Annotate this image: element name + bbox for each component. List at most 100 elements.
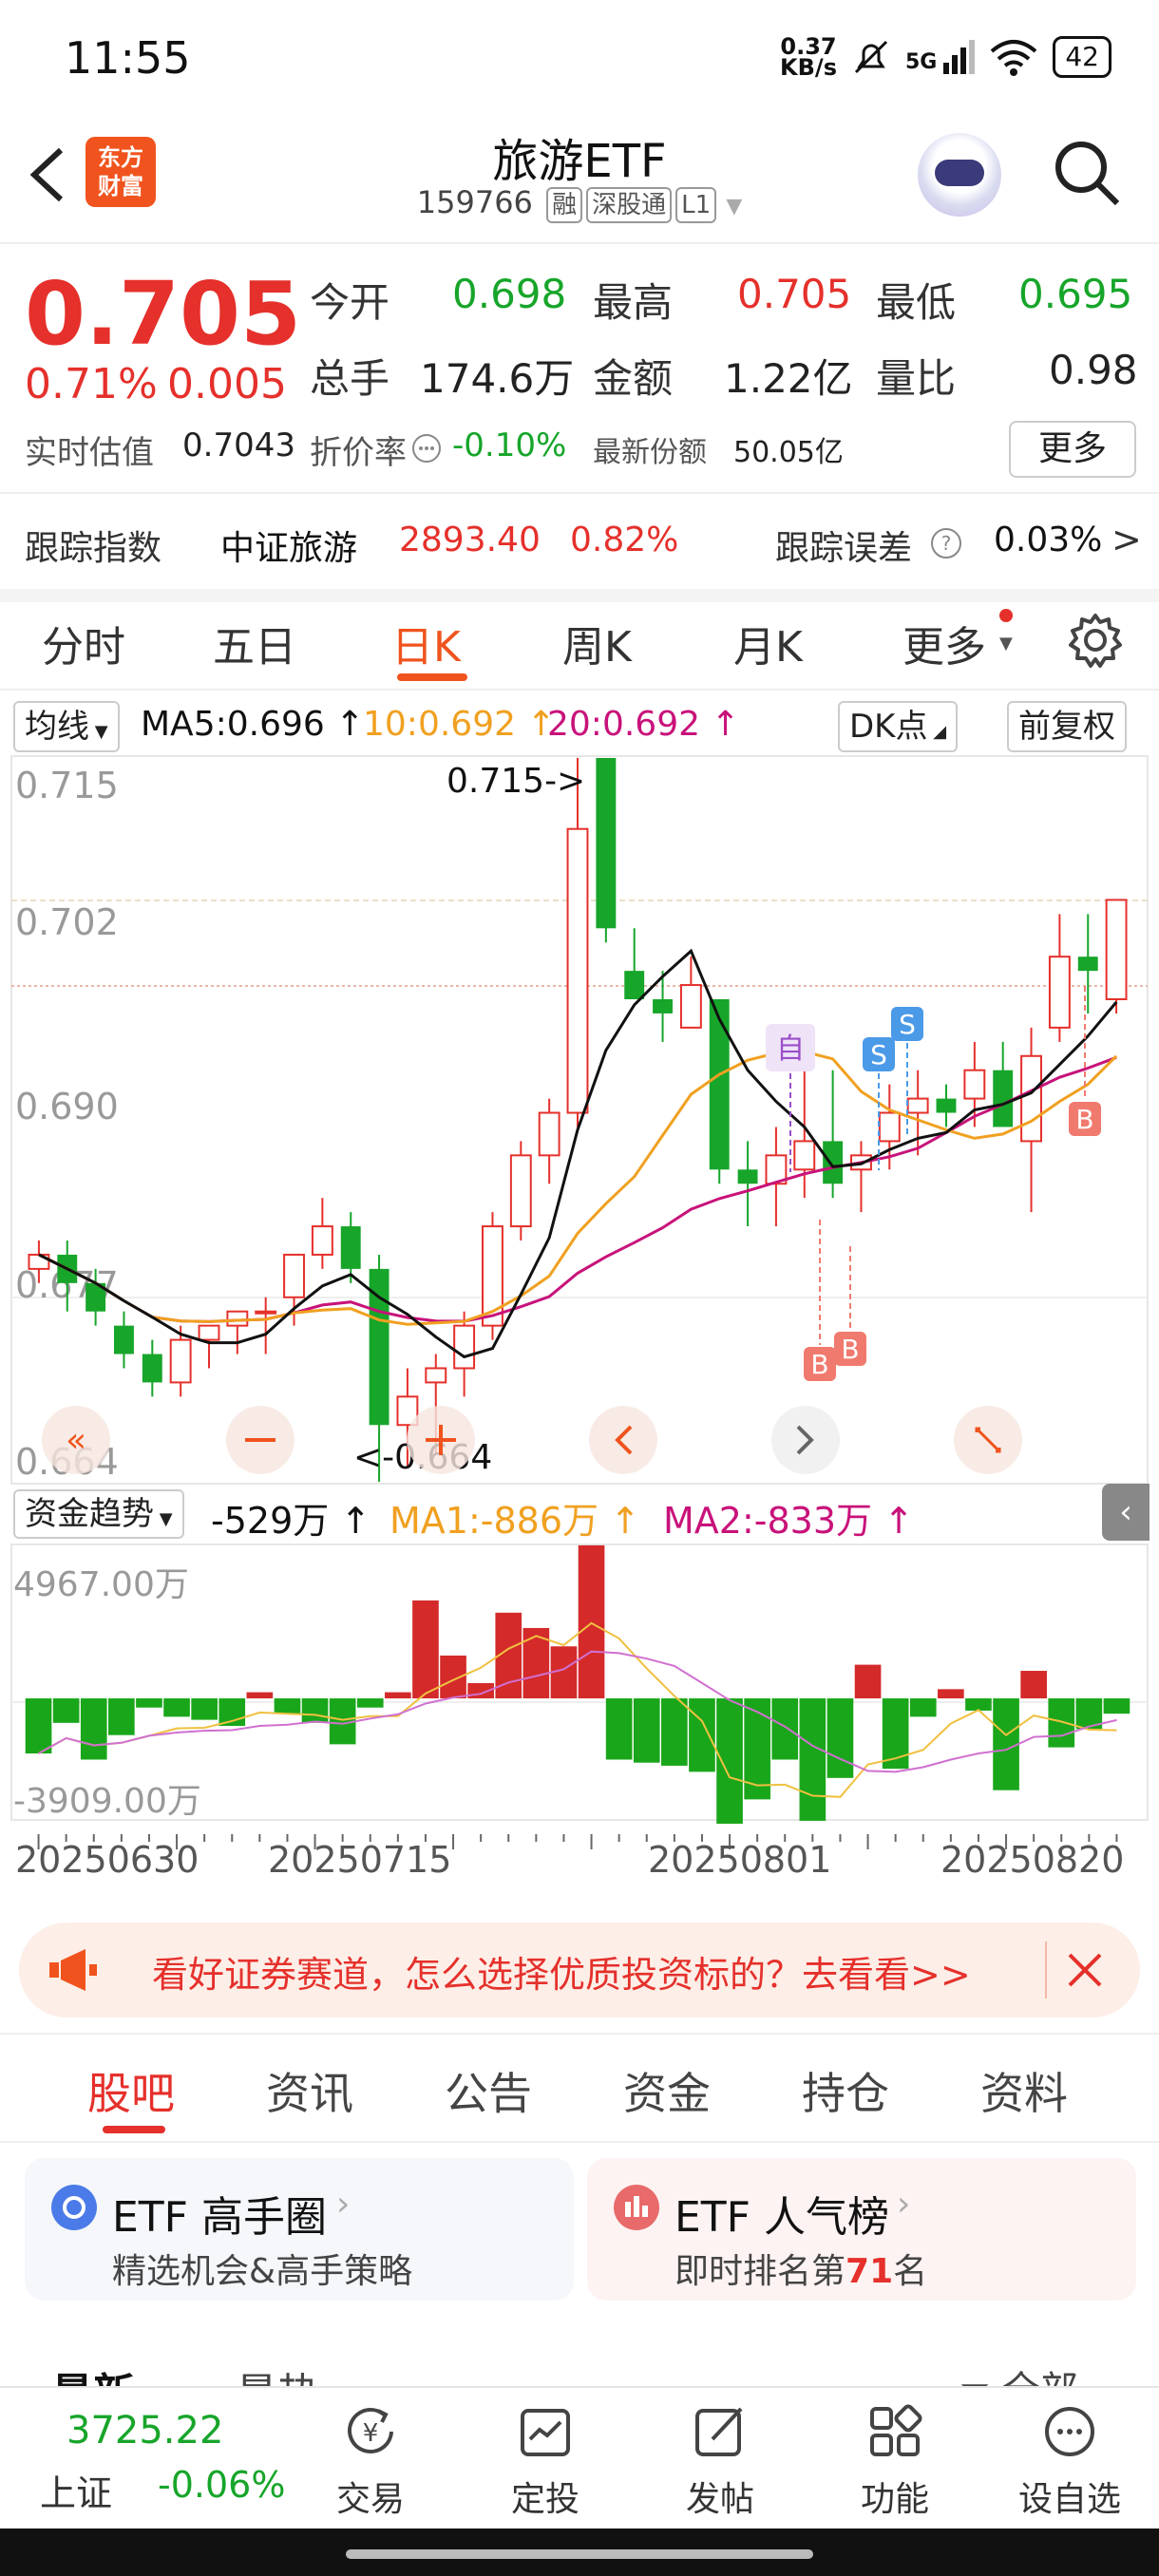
dk-point-button[interactable]: DK点 ◢	[838, 701, 959, 752]
ma-selector-label: 均线	[25, 708, 89, 746]
tab-intraday[interactable]: 分时	[42, 613, 125, 673]
zoom-in-button[interactable]	[407, 1406, 475, 1474]
date-label-4: 20250820	[940, 1839, 1125, 1881]
tab-news[interactable]: 资讯	[266, 2059, 353, 2122]
candle-body	[906, 1097, 929, 1114]
promo-banner[interactable]: 看好证券赛道，怎么选择优质投资标的？去看看>>	[19, 1923, 1140, 2017]
tag-level[interactable]: L1	[675, 187, 717, 223]
market-index-value[interactable]: 3725.22	[66, 2409, 223, 2453]
more-button[interactable]: 更多	[1009, 421, 1136, 478]
fund-bar	[799, 1698, 826, 1821]
fund-flow-chart[interactable]: 4967.00万 -3909.00万	[0, 1543, 1159, 1824]
candle-body	[679, 984, 702, 1029]
tab-announcements[interactable]: 公告	[445, 2059, 532, 2122]
amount-value: 1.22亿	[724, 355, 853, 402]
nav-functions[interactable]: 功能	[838, 2401, 952, 2521]
tab-profile[interactable]: 资料	[980, 2059, 1068, 2122]
ma-selector[interactable]: 均线 ▼	[13, 701, 120, 752]
s-marker-2-text: S	[899, 1009, 916, 1040]
rank-suffix: 名	[893, 2252, 928, 2291]
fund-bar	[771, 1698, 799, 1760]
tab-holdings[interactable]: 持仓	[802, 2059, 889, 2122]
s-marker-2[interactable]: S	[891, 1007, 923, 1041]
fullscreen-button[interactable]	[954, 1406, 1022, 1474]
help-icon[interactable]: ?	[929, 526, 963, 560]
ma5-text: MA5:0.696	[141, 705, 325, 744]
search-icon[interactable]	[1049, 135, 1125, 211]
feed-filter-all[interactable]: ⏷ 全部	[960, 2359, 1078, 2386]
b-marker-2[interactable]: B	[834, 1332, 866, 1366]
nav-post[interactable]: 发帖	[663, 2401, 777, 2521]
fund-selector[interactable]: 资金趋势 ▼	[13, 1489, 184, 1539]
adjust-button[interactable]: 前复权	[1007, 701, 1127, 752]
ma-row: 均线 ▼ MA5:0.696 ↑ 10:0.692 ↑ 20:0.692 ↑ D…	[0, 697, 1159, 754]
tab-weekly-k[interactable]: 周K	[562, 613, 632, 673]
ma20-value: 20:0.692 ↑	[547, 705, 740, 744]
scroll-right-button[interactable]	[771, 1406, 840, 1474]
nav-add-watchlist-label: 设自选	[1017, 2480, 1121, 2519]
ma10-value: 10:0.692 ↑	[363, 705, 556, 744]
chevron-right-icon: >	[1112, 519, 1142, 560]
high-label: 最高	[593, 279, 674, 326]
settings-gear-icon[interactable]	[1066, 611, 1125, 670]
b-marker-3[interactable]: B	[1069, 1102, 1101, 1136]
candle-body	[1048, 956, 1071, 1029]
fund-bar	[993, 1698, 1019, 1790]
collapse-panel-button[interactable]: ‹	[1102, 1484, 1150, 1541]
volume-value: 174.6万	[420, 355, 575, 402]
b-marker-1-text: B	[810, 1349, 828, 1380]
nav-add-watchlist[interactable]: 设自选	[1013, 2401, 1127, 2521]
assistant-robot-icon[interactable]	[918, 133, 1001, 217]
notification-dot	[999, 609, 1013, 622]
tracking-index-name: 中证旅游	[220, 529, 358, 568]
fund-bar	[578, 1544, 605, 1699]
feed-tab-latest[interactable]: 最新⌄	[51, 2359, 154, 2386]
chevron-right-icon: ›	[897, 2185, 911, 2224]
scroll-left-fast-button[interactable]: «	[42, 1406, 110, 1474]
candle-body	[114, 1325, 134, 1354]
svg-text:?: ?	[941, 532, 952, 555]
etf-popularity-card[interactable]: ETF 人气榜 › 即时排名第71名	[587, 2158, 1136, 2301]
dropdown-arrow-icon: ▼	[999, 634, 1013, 653]
tracking-index-pct: 0.82%	[570, 521, 679, 559]
tracking-row[interactable]: 跟踪指数 中证旅游 2893.40 0.82% 跟踪误差 ? 0.03% >	[0, 492, 1159, 602]
fund-bar	[356, 1698, 384, 1708]
tab-more[interactable]: 更多	[902, 613, 986, 673]
feed-tab-hot[interactable]: 最热	[236, 2359, 319, 2386]
tab-forum[interactable]: 股吧	[87, 2059, 175, 2122]
candle-body	[169, 1338, 192, 1384]
home-indicator[interactable]	[346, 2549, 813, 2559]
feed-tab-latest-text: 最新	[51, 2370, 135, 2386]
date-label-1: 20250630	[15, 1839, 200, 1881]
tab-funds[interactable]: 资金	[623, 2059, 711, 2122]
candlestick-chart[interactable]: 0.715 0.702 0.690 0.677 0.664 0.715-> <-…	[0, 754, 1159, 1486]
battery-icon: 42	[1053, 36, 1112, 78]
nav-trade-label: 交易	[335, 2480, 405, 2519]
b-marker-3-text: B	[1075, 1104, 1093, 1135]
scroll-left-button[interactable]	[589, 1406, 657, 1474]
info-dots-icon[interactable]	[410, 432, 443, 464]
market-index-name[interactable]: 上证	[40, 2464, 112, 2516]
tracking-error-value: 0.03%	[994, 521, 1103, 559]
tab-monthly-k[interactable]: 月K	[733, 613, 803, 673]
tab-five-day[interactable]: 五日	[213, 613, 296, 673]
nav-trade[interactable]: ¥ 交易	[314, 2401, 428, 2521]
s-marker-1[interactable]: S	[863, 1037, 895, 1071]
fund-bar	[909, 1698, 937, 1717]
feed-filter-all-text: 全部	[1002, 2369, 1078, 2386]
self-marker[interactable]: 自	[776, 1032, 805, 1066]
volume-label: 总手	[310, 355, 390, 402]
tag-dropdown-icon[interactable]: ▼	[726, 195, 742, 218]
zoom-out-button[interactable]	[226, 1406, 294, 1474]
card-popularity-title: ETF 人气榜	[674, 2193, 889, 2242]
status-icons: 0.37 KB/s 5G 42	[780, 35, 1112, 79]
tab-daily-k[interactable]: 日K	[391, 613, 461, 673]
nav-invest-plan[interactable]: 定投	[488, 2401, 602, 2521]
etf-expert-card[interactable]: ETF 高手圈 › 精选机会&高手策略	[25, 2158, 574, 2301]
market-index-pct[interactable]: -0.06%	[158, 2464, 285, 2506]
candle-body	[936, 1098, 957, 1113]
fund-bar	[1048, 1698, 1075, 1748]
b-marker-1[interactable]: B	[804, 1347, 836, 1381]
close-icon[interactable]	[1064, 1949, 1106, 1991]
candle-body	[509, 1154, 532, 1228]
